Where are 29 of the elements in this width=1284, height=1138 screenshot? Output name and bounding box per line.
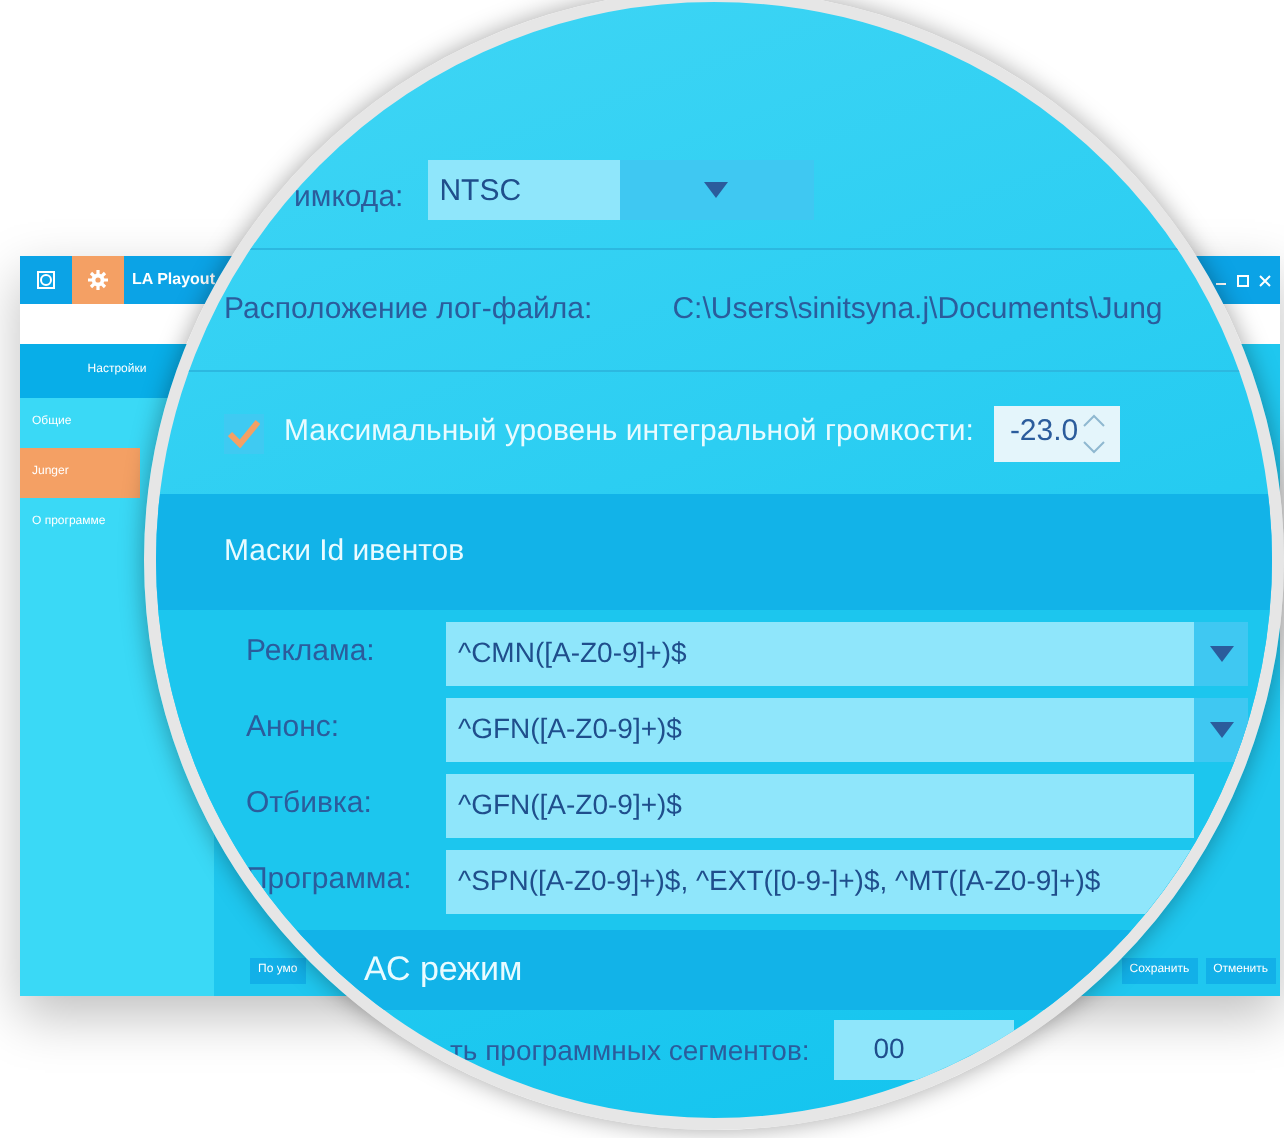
toolbar-button[interactable] [72, 256, 124, 304]
gear-icon [88, 270, 108, 290]
app-title: LA Playout [132, 268, 215, 292]
mask-field[interactable]: ^CMN([A-Z0-9]+)$ [446, 621, 1194, 685]
mask-field[interactable]: ^GFN([A-Z0-9]+)$ [446, 697, 1194, 761]
file-path: C:\Users\sinitsyna.j\Documents\Jung [672, 289, 1163, 330]
number-spinner[interactable]: -23.0 [993, 405, 1120, 461]
number-field[interactable]: 00 [833, 1020, 1014, 1080]
checkbox-label: Максимальный уровень интегральной громкости: [284, 412, 974, 453]
spinner-arrows-icon [1082, 409, 1107, 457]
dropdown-arrow-icon [704, 182, 729, 198]
dropdown-arrow-icon [1209, 721, 1233, 737]
checkbox[interactable] [224, 413, 264, 453]
mask-field[interactable]: ^GFN([A-Z0-9]+)$ [446, 773, 1194, 837]
close-icon [1258, 273, 1272, 287]
field-label: Отбивка: [244, 784, 374, 825]
field-label: имкода: [294, 177, 404, 217]
target-icon [36, 270, 56, 290]
dropdown-button[interactable] [1194, 697, 1248, 761]
maximize-icon [1236, 273, 1250, 287]
dropdown-arrow-icon [1209, 645, 1233, 661]
check-icon [228, 419, 260, 447]
timecode-dropdown[interactable]: NTSC [427, 160, 814, 220]
field-label: Анонс: [244, 708, 342, 749]
field-label: Реклама: [244, 632, 377, 673]
mask-field[interactable]: ^SPN([A-Z0-9]+)$, ^EXT([0-9-]+)$, ^MT([A-Z0-9]+)$ [446, 849, 1194, 913]
dropdown-button[interactable] [1194, 621, 1248, 685]
section-title: Маски Id ивентов [156, 494, 1272, 610]
field-label: Расположение лог-файла: [224, 289, 593, 330]
